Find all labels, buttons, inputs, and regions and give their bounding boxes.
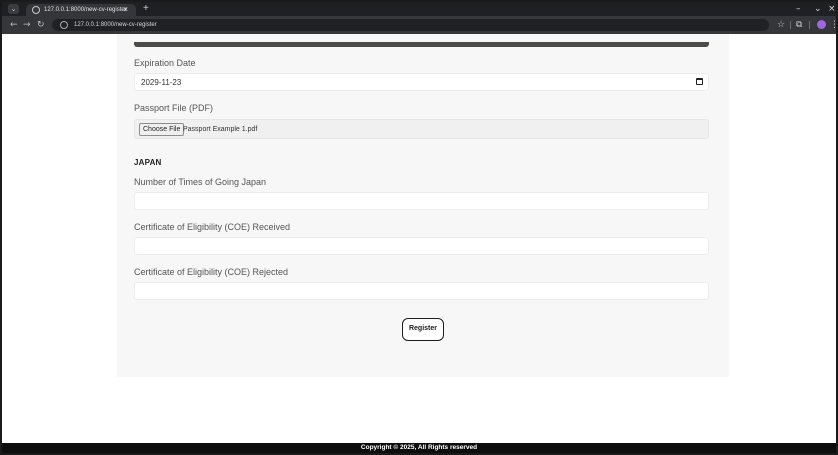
tab-title: 127.0.0.1:8000/new-cv-register — [44, 7, 127, 13]
browser-menu-icon[interactable]: ⋮ — [830, 19, 838, 31]
bookmark-star-icon[interactable]: ☆ — [777, 19, 785, 31]
tab-close-icon[interactable]: × — [123, 4, 128, 16]
new-tab-icon[interactable]: + — [143, 3, 149, 15]
site-info-icon[interactable] — [60, 21, 68, 29]
choose-file-button[interactable]: Choose File — [139, 123, 185, 136]
page-content: Expiration Date 2029-11-23 Passport File… — [2, 34, 836, 443]
expiration-date-input[interactable]: 2029-11-23 — [134, 73, 709, 91]
japan-section-heading: JAPAN — [134, 158, 162, 167]
toolbar-separator — [809, 21, 810, 29]
forward-icon[interactable]: → — [23, 19, 31, 31]
reload-icon[interactable]: ↻ — [37, 19, 45, 31]
window-close-icon[interactable]: × — [828, 3, 836, 15]
browser-tab-strip: ⌄ 127.0.0.1:8000/new-cv-register × + – ⌄… — [2, 2, 836, 16]
passport-file-input[interactable]: Choose File Passport Example 1.pdf — [134, 119, 709, 139]
selected-file-name: Passport Example 1.pdf — [183, 126, 258, 133]
expiration-date-label: Expiration Date — [134, 58, 196, 68]
browser-toolbar: ← → ↻ 127.0.0.1:8000/new-cv-register ☆ ⧉… — [2, 16, 838, 34]
coe-received-input[interactable] — [134, 237, 709, 255]
coe-rejected-input[interactable] — [134, 282, 709, 300]
registration-form: Expiration Date 2029-11-23 Passport File… — [117, 34, 729, 377]
globe-icon — [32, 6, 40, 14]
passport-file-label: Passport File (PDF) — [134, 103, 214, 113]
calendar-icon[interactable] — [696, 78, 703, 85]
times-going-japan-label: Number of Times of Going Japan — [134, 177, 267, 187]
address-bar[interactable]: 127.0.0.1:8000/new-cv-register — [52, 19, 769, 31]
page-footer: Copyright © 2025, All Rights reserved — [2, 443, 836, 453]
times-going-japan-input[interactable] — [134, 192, 709, 210]
toolbar-separator — [790, 21, 791, 29]
copyright-text: Copyright © 2025, All Rights reserved — [360, 444, 478, 451]
coe-received-label: Certificate of Eligibility (COE) Receive… — [134, 222, 291, 232]
restore-icon[interactable]: ⌄ — [814, 3, 822, 15]
register-button[interactable]: Register — [402, 318, 444, 341]
previous-field-input[interactable] — [134, 42, 709, 47]
browser-tab[interactable]: 127.0.0.1:8000/new-cv-register × — [26, 4, 136, 16]
coe-rejected-label: Certificate of Eligibility (COE) Rejecte… — [134, 267, 289, 277]
expiration-date-value: 2029-11-23 — [141, 78, 182, 87]
profile-avatar[interactable] — [817, 20, 826, 29]
tab-search-icon[interactable]: ⌄ — [8, 4, 19, 14]
minimize-icon[interactable]: – — [796, 3, 801, 15]
back-icon[interactable]: ← — [10, 19, 18, 31]
address-url: 127.0.0.1:8000/new-cv-register — [74, 22, 157, 28]
extensions-icon[interactable]: ⧉ — [796, 19, 802, 31]
